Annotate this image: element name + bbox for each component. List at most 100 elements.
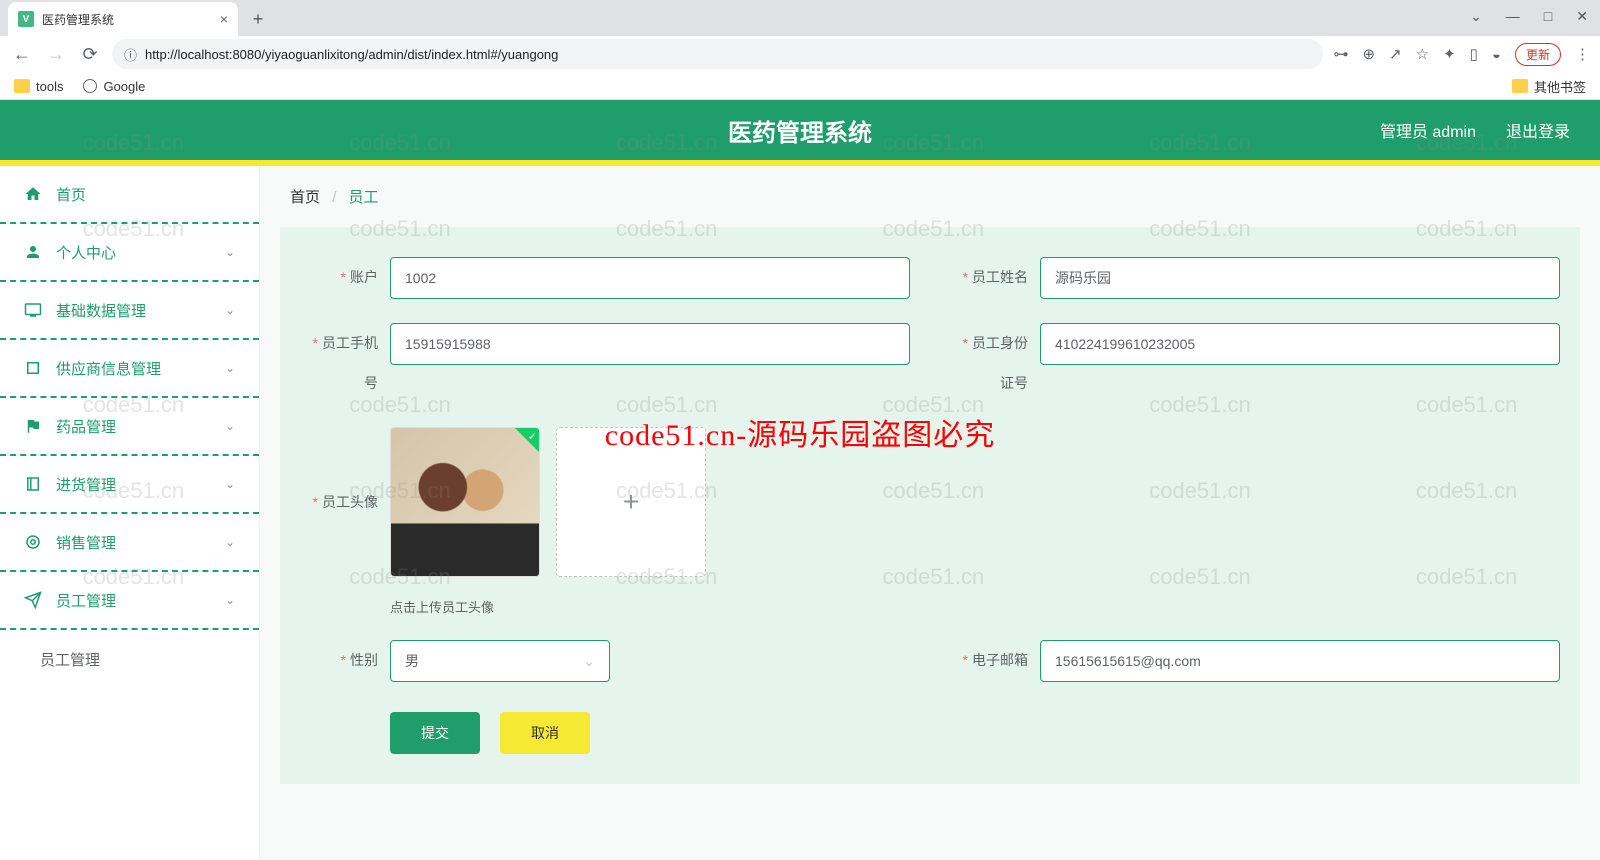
plus-icon: + (623, 486, 639, 518)
bookmark-tools[interactable]: tools (14, 79, 63, 94)
upload-hint: 点击上传员工头像 (390, 597, 1560, 616)
back-button[interactable]: ← (10, 42, 34, 66)
main-panel: 首页 / 员工 账户 员工姓名 员工手机号 (260, 166, 1600, 860)
breadcrumb: 首页 / 员工 (260, 166, 1600, 227)
bookmark-google[interactable]: Google (83, 79, 145, 94)
close-icon[interactable]: × (220, 11, 228, 27)
user-label[interactable]: 管理员 admin (1380, 118, 1476, 142)
sidebar-item-purchase[interactable]: 进货管理 ⌄ (0, 456, 259, 514)
send-icon (24, 591, 42, 609)
label-phone: 员工手机号 (300, 323, 390, 403)
update-button[interactable]: 更新 (1515, 43, 1561, 66)
maximize-icon[interactable]: □ (1544, 8, 1552, 25)
check-icon (515, 428, 539, 452)
minimize-icon[interactable]: — (1506, 8, 1520, 25)
sidebar-item-supplier[interactable]: 供应商信息管理 ⌄ (0, 340, 259, 398)
chevron-down-icon: ⌄ (225, 593, 235, 607)
translate-icon[interactable]: ⊕ (1362, 45, 1375, 63)
label-avatar: 员工头像 (300, 427, 390, 577)
tab-bar: V 医药管理系统 × + ⌄ — □ ✕ (0, 0, 1600, 36)
reload-button[interactable]: ⟳ (78, 42, 102, 66)
info-icon: ⓘ (124, 45, 137, 64)
chevron-down-icon: ⌄ (225, 535, 235, 549)
vue-favicon: V (18, 11, 34, 27)
target-icon (24, 533, 42, 551)
breadcrumb-home[interactable]: 首页 (290, 189, 320, 206)
star-icon[interactable]: ☆ (1416, 45, 1429, 63)
content: 首页 个人中心 ⌄ 基础数据管理 ⌄ 供应商信息管理 ⌄ 药品管理 ⌄ 进货管理… (0, 166, 1600, 860)
input-idcard[interactable] (1040, 323, 1560, 365)
extension-icon[interactable]: ✦ (1443, 45, 1456, 63)
profile-icon[interactable]: ◒ (1492, 46, 1501, 63)
label-email: 电子邮箱 (950, 640, 1040, 680)
panel-icon[interactable]: ▯ (1470, 45, 1478, 63)
sidebar-item-drugs[interactable]: 药品管理 ⌄ (0, 398, 259, 456)
sidebar: 首页 个人中心 ⌄ 基础数据管理 ⌄ 供应商信息管理 ⌄ 药品管理 ⌄ 进货管理… (0, 166, 260, 860)
avatar-thumbnail[interactable] (390, 427, 540, 577)
header-right: 管理员 admin 退出登录 (1380, 118, 1570, 142)
user-icon (24, 243, 42, 261)
home-icon (24, 185, 42, 203)
chevron-down-icon: ⌄ (225, 361, 235, 375)
new-tab-button[interactable]: + (244, 5, 272, 33)
cancel-button[interactable]: 取消 (500, 712, 590, 754)
address-bar-icons: ⊶ ⊕ ↗ ☆ ✦ ▯ ◒ 更新 ⋮ (1333, 43, 1590, 66)
bookmark-bar: tools Google 其他书签 (0, 72, 1600, 100)
url-text: http://localhost:8080/yiyaoguanlixitong/… (145, 47, 558, 62)
input-email[interactable] (1040, 640, 1560, 682)
logout-link[interactable]: 退出登录 (1506, 118, 1570, 142)
globe-icon (83, 79, 97, 93)
chevron-down-icon: ⌄ (583, 653, 595, 670)
forward-button[interactable]: → (44, 42, 68, 66)
sidebar-item-profile[interactable]: 个人中心 ⌄ (0, 224, 259, 282)
field-name: 员工姓名 (950, 257, 1560, 299)
breadcrumb-sep: / (332, 189, 336, 206)
field-gender: 性别 男 ⌄ (300, 640, 910, 682)
sidebar-item-home[interactable]: 首页 (0, 166, 259, 224)
folder-icon (1512, 79, 1528, 93)
tab-title: 医药管理系统 (42, 11, 212, 28)
field-phone: 员工手机号 (300, 323, 910, 403)
avatar-upload-button[interactable]: + (556, 427, 706, 577)
submit-button[interactable]: 提交 (390, 712, 480, 754)
menu-icon[interactable]: ⋮ (1575, 45, 1590, 63)
browser-chrome: V 医药管理系统 × + ⌄ — □ ✕ ← → ⟳ ⓘ http://loca… (0, 0, 1600, 100)
sidebar-item-sales[interactable]: 销售管理 ⌄ (0, 514, 259, 572)
flag-icon (24, 417, 42, 435)
form-panel: 账户 员工姓名 员工手机号 员工身份证号 (280, 227, 1580, 784)
input-name[interactable] (1040, 257, 1560, 299)
window-controls: ⌄ — □ ✕ (1470, 8, 1588, 25)
chevron-down-icon: ⌄ (225, 303, 235, 317)
url-box[interactable]: ⓘ http://localhost:8080/yiyaoguanlixiton… (112, 39, 1323, 69)
share-icon[interactable]: ↗ (1389, 45, 1402, 63)
chevron-down-icon: ⌄ (225, 477, 235, 491)
chevron-down-icon[interactable]: ⌄ (1470, 8, 1482, 25)
label-account: 账户 (300, 257, 390, 297)
close-window-icon[interactable]: ✕ (1576, 8, 1588, 25)
label-gender: 性别 (300, 640, 390, 680)
crop-icon (24, 359, 42, 377)
field-email: 电子邮箱 (950, 640, 1560, 682)
book-icon (24, 475, 42, 493)
folder-icon (14, 79, 30, 93)
app-header: 医药管理系统 管理员 admin 退出登录 (0, 100, 1600, 160)
monitor-icon (24, 301, 42, 319)
input-account[interactable] (390, 257, 910, 299)
bookmark-other[interactable]: 其他书签 (1512, 77, 1586, 96)
key-icon[interactable]: ⊶ (1333, 45, 1348, 63)
sidebar-subitem-staff-manage[interactable]: 员工管理 (0, 630, 259, 688)
field-account: 账户 (300, 257, 910, 299)
field-idcard: 员工身份证号 (950, 323, 1560, 403)
input-phone[interactable] (390, 323, 910, 365)
sidebar-item-staff[interactable]: 员工管理 ⌄ (0, 572, 259, 630)
address-bar: ← → ⟳ ⓘ http://localhost:8080/yiyaoguanl… (0, 36, 1600, 72)
chevron-down-icon: ⌄ (225, 419, 235, 433)
chevron-down-icon: ⌄ (225, 245, 235, 259)
select-gender[interactable]: 男 ⌄ (390, 640, 610, 682)
avatar-area: + (390, 427, 1560, 577)
browser-tab[interactable]: V 医药管理系统 × (8, 2, 238, 36)
button-row: 提交 取消 (300, 712, 1560, 754)
field-avatar: 员工头像 + 点击上传员工头像 (300, 427, 1560, 616)
app-title: 医药管理系统 (728, 113, 872, 148)
sidebar-item-basic-data[interactable]: 基础数据管理 ⌄ (0, 282, 259, 340)
